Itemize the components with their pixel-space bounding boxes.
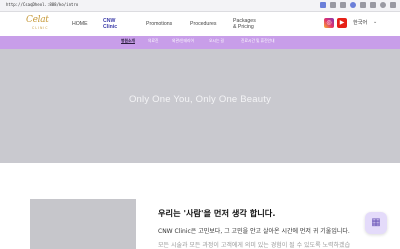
url-text[interactable]: http://CsaqDheol.:888/ko/intro bbox=[6, 2, 78, 7]
clinic-photo bbox=[30, 199, 136, 249]
nav-cnw-clinic[interactable]: CNW Clinic bbox=[103, 18, 117, 30]
subnav-item-about[interactable]: 병원소개 bbox=[121, 39, 135, 44]
nav-procedures[interactable]: Procedures bbox=[190, 21, 217, 27]
profile-icon[interactable] bbox=[350, 2, 356, 8]
instagram-glyph: ◎ bbox=[326, 19, 332, 26]
subnav-item-interior[interactable]: 외관/인테리어 bbox=[172, 39, 194, 44]
download-icon[interactable] bbox=[370, 2, 376, 8]
bookmark-icon[interactable] bbox=[330, 2, 336, 8]
logo-text: Celat bbox=[26, 15, 49, 25]
address-bar[interactable]: http://CsaqDheol.:888/ko/intro bbox=[0, 0, 400, 12]
nav-promotions[interactable]: Promotions bbox=[146, 21, 172, 27]
subnav-item-hours[interactable]: 진료시간 및 휴진안내 bbox=[241, 39, 275, 44]
subnav-item-doctors[interactable]: 의료진 bbox=[148, 39, 158, 44]
extension-icon[interactable] bbox=[320, 2, 326, 8]
intro-body-faded: 모든 시술과 모든 과정이 고객에게 의미 있는 경험이 될 수 있도록 노력하… bbox=[158, 242, 351, 249]
sub-nav: 병원소개 의료진 외관/인테리어 오시는 길 진료시간 및 휴진안내 bbox=[0, 36, 400, 49]
menu-icon[interactable] bbox=[390, 2, 396, 8]
browser-toolbar-icons bbox=[320, 2, 396, 8]
subnav-item-directions[interactable]: 오시는 길 bbox=[209, 39, 224, 44]
hero-title: Only One You, Only One Beauty bbox=[128, 94, 272, 105]
reservation-button[interactable]: ▦ bbox=[365, 212, 387, 234]
calendar-icon: ▦ bbox=[371, 217, 381, 228]
youtube-glyph: ▶ bbox=[339, 19, 345, 26]
language-selector[interactable]: 한국어 bbox=[353, 19, 367, 26]
puzzle-icon[interactable] bbox=[360, 2, 366, 8]
intro-heading: 우리는 '사람'을 먼저 생각 합니다. bbox=[158, 208, 276, 218]
intro-section: 우리는 '사람'을 먼저 생각 합니다. CNW Clinic은 고민보다, 그… bbox=[0, 163, 400, 249]
chevron-down-icon[interactable]: ⌄ bbox=[373, 19, 377, 25]
site-header: Celat CLINIC HOME CNW Clinic Promotions … bbox=[0, 12, 400, 36]
youtube-icon[interactable]: ▶ bbox=[337, 18, 347, 28]
logo-subtext: CLINIC bbox=[32, 26, 49, 30]
logo[interactable]: Celat CLINIC bbox=[26, 15, 56, 33]
nav-home[interactable]: HOME bbox=[72, 21, 88, 27]
nav-packages-pricing[interactable]: Packages & Pricing bbox=[233, 18, 256, 30]
tab-icon[interactable] bbox=[340, 2, 346, 8]
instagram-icon[interactable]: ◎ bbox=[324, 18, 334, 28]
hero-banner: Only One You, Only One Beauty bbox=[0, 49, 400, 163]
account-icon[interactable] bbox=[380, 2, 386, 8]
intro-body: CNW Clinic은 고민보다, 그 고민을 안고 살아온 시간에 먼저 귀 … bbox=[158, 228, 350, 235]
browser-window: http://CsaqDheol.:888/ko/intro Celat CLI… bbox=[0, 0, 400, 249]
